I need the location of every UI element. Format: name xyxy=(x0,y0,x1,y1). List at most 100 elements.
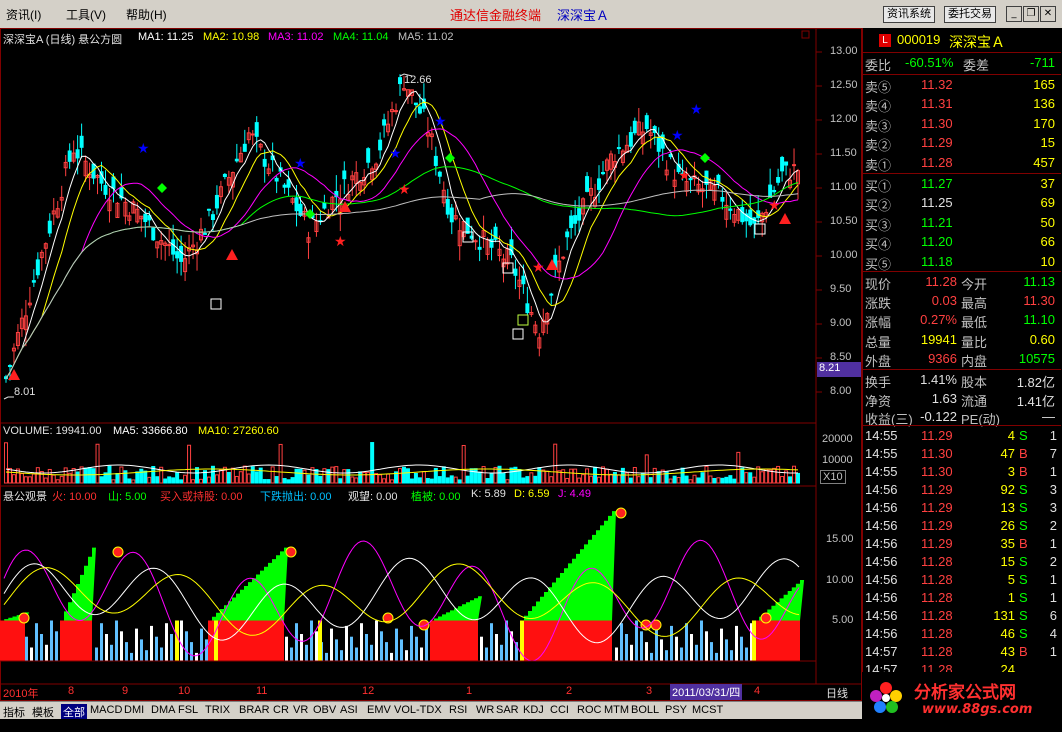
stat-value: -0.122 xyxy=(920,409,957,424)
tab-macd[interactable]: MACD xyxy=(90,704,122,716)
volume-bar xyxy=(342,469,347,484)
bid-row[interactable]: 买② 11.25 69 xyxy=(863,194,1061,213)
tick-row: 14:56 11.29 26 S 2 xyxy=(863,517,1061,535)
stat-row: 换手 1.41% 股本 1.82亿 xyxy=(863,371,1061,390)
date-axis-month-4: 4 xyxy=(754,685,761,697)
price-axis-tick: 11.50 xyxy=(830,147,857,159)
volume-bar xyxy=(529,472,534,484)
volume-bar xyxy=(143,470,148,484)
tab-dmi[interactable]: DMI xyxy=(124,704,144,716)
ask-row[interactable]: 卖③ 11.30 170 xyxy=(863,115,1061,134)
bid-row[interactable]: 买⑤ 11.18 10 xyxy=(863,253,1061,272)
tab-fsl[interactable]: FSL xyxy=(178,704,198,716)
volume-bar xyxy=(230,467,235,484)
bid-row[interactable]: 买① 11.27 37 xyxy=(863,175,1061,194)
ask-label: 卖④ xyxy=(865,99,892,115)
tab-psy[interactable]: PSY xyxy=(665,704,687,716)
indicator-sell-bar xyxy=(200,628,203,661)
menu-item-help[interactable]: 帮助(H) xyxy=(126,6,167,23)
tab-vr[interactable]: VR xyxy=(293,704,308,716)
menu-item-tools[interactable]: 工具(V) xyxy=(66,6,106,23)
volume-bar xyxy=(652,467,657,484)
tab-cci[interactable]: CCI xyxy=(550,704,569,716)
period-label[interactable]: 日线 xyxy=(826,685,848,701)
volume-bar xyxy=(485,478,490,484)
bid-row[interactable]: 买④ 11.20 66 xyxy=(863,233,1061,252)
indicator-sell-bar xyxy=(370,644,373,661)
tab-roc[interactable]: ROC xyxy=(577,704,601,716)
tab-trix[interactable]: TRIX xyxy=(205,704,230,716)
tab-kdj[interactable]: KDJ xyxy=(523,704,544,716)
volume-bar xyxy=(294,468,299,484)
volume-bar xyxy=(91,468,96,484)
volume-bar xyxy=(589,475,594,484)
tab-indicators[interactable]: 指标 xyxy=(3,704,25,720)
tab-templates[interactable]: 模板 xyxy=(32,704,54,720)
restore-icon[interactable]: ❐ xyxy=(1023,6,1039,22)
weibi-value: -60.51% xyxy=(905,55,954,70)
indicator-sell-bar xyxy=(40,634,43,661)
trade-button[interactable]: 委托交易 xyxy=(944,6,996,23)
indicator-sell-bar xyxy=(190,642,193,661)
tick-side: S xyxy=(1019,518,1028,533)
volume-bar xyxy=(477,471,482,484)
volume-bar xyxy=(290,477,295,484)
bid-label: 买② xyxy=(865,198,892,214)
indicator-sell-bar xyxy=(490,623,493,661)
volume-bar xyxy=(453,476,458,484)
ask-row[interactable]: 卖⑤ 11.32 165 xyxy=(863,76,1061,95)
tab-brar[interactable]: BRAR xyxy=(239,704,270,716)
indicator-fire-area xyxy=(0,620,25,661)
info-system-button[interactable]: 资讯系统 xyxy=(883,6,935,23)
candle-body xyxy=(222,173,227,178)
volume-bar xyxy=(266,479,271,484)
volume-bar xyxy=(672,475,677,484)
ask-row[interactable]: 卖④ 11.31 136 xyxy=(863,95,1061,114)
tab-cr[interactable]: CR xyxy=(273,704,289,716)
close-icon[interactable]: ✕ xyxy=(1040,6,1056,22)
tick-time: 14:55 xyxy=(865,428,898,443)
stat-value: 1.41亿 xyxy=(1016,393,1055,409)
tick-price: 11.28 xyxy=(921,626,953,641)
indicator-sell-bar xyxy=(350,636,353,661)
bid-label: 买① xyxy=(865,179,892,194)
volume-bar xyxy=(147,476,152,484)
stat-label: 股本 xyxy=(961,375,988,390)
tab-wr[interactable]: WR xyxy=(476,704,494,716)
tab-mtm[interactable]: MTM xyxy=(604,704,629,716)
kline-chart-svg[interactable]: ★ ★ ★ ★ ★ ★ ★ ★ ★ ★ ★ xyxy=(0,28,862,701)
bid-row[interactable]: 买③ 11.21 50 xyxy=(863,214,1061,233)
low-price-label: 8.01 xyxy=(14,386,36,398)
tick-count: 3 xyxy=(1049,500,1057,515)
volume-bar xyxy=(581,474,586,484)
tab-vol-tdx[interactable]: VOL-TDX xyxy=(394,704,442,716)
candle-body xyxy=(792,164,797,167)
tab-rsi[interactable]: RSI xyxy=(449,704,467,716)
tab-sar[interactable]: SAR xyxy=(496,704,519,716)
tick-price: 11.29 xyxy=(921,500,953,515)
tab-mcst[interactable]: MCST xyxy=(692,704,723,716)
ask-row[interactable]: 卖② 11.29 15 xyxy=(863,134,1061,153)
indicator-sell-bar xyxy=(675,636,678,661)
menu-item-info[interactable]: 资讯(I) xyxy=(6,6,41,23)
volume-bar xyxy=(298,468,303,484)
tab-dma[interactable]: DMA xyxy=(151,704,175,716)
tick-time: 14:56 xyxy=(865,590,898,605)
indicator-watch-label: 观望: 0.00 xyxy=(348,491,398,503)
indicator-sell-bar xyxy=(710,642,713,661)
volume-bar xyxy=(409,478,414,484)
candle-body xyxy=(772,189,777,193)
volume-bar xyxy=(445,477,450,484)
candle-body xyxy=(449,207,454,223)
tick-side: S xyxy=(1019,590,1028,605)
ask-row[interactable]: 卖① 11.28 457 xyxy=(863,154,1061,173)
tab-emv[interactable]: EMV xyxy=(367,704,391,716)
stat-value: 0.60 xyxy=(1029,331,1055,347)
tab-obv[interactable]: OBV xyxy=(313,704,336,716)
minimize-icon[interactable]: _ xyxy=(1006,6,1022,22)
indicator-sell-bar xyxy=(630,644,633,661)
tab-all[interactable]: 全部 xyxy=(61,704,87,720)
kline-chart-area[interactable]: ★ ★ ★ ★ ★ ★ ★ ★ ★ ★ ★ 深深宝A (日线) 悬公方圆 MA1: 11.25 MA… xyxy=(0,28,862,701)
tab-boll[interactable]: BOLL xyxy=(631,704,659,716)
tab-asi[interactable]: ASI xyxy=(340,704,358,716)
